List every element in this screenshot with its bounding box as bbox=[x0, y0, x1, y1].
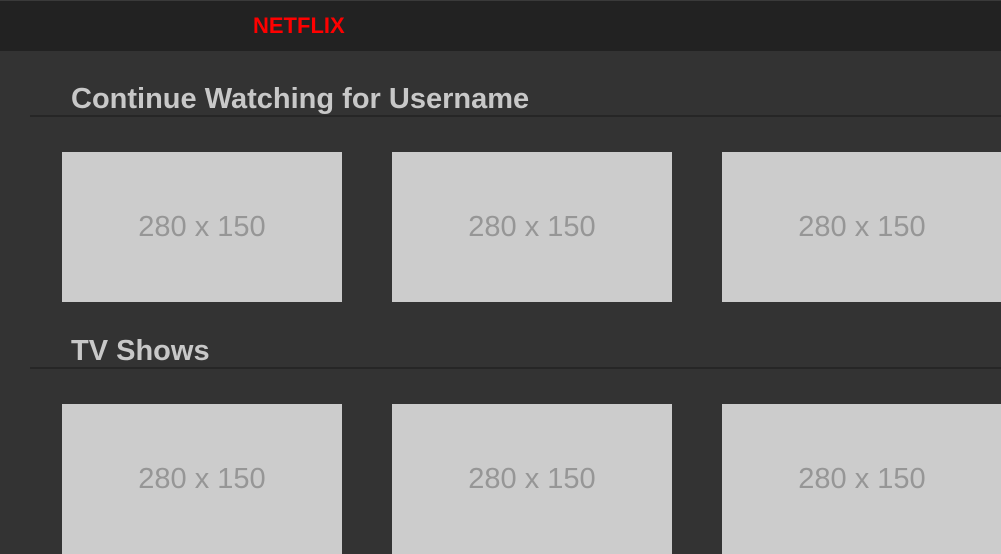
section-divider bbox=[30, 367, 1001, 369]
video-thumbnail[interactable]: 280 x 150 bbox=[62, 152, 342, 302]
continue-watching-row: 280 x 150 280 x 150 280 x 150 bbox=[0, 152, 1001, 302]
section-title-tv-shows: TV Shows bbox=[71, 335, 210, 367]
thumbnail-placeholder-label: 280 x 150 bbox=[468, 462, 596, 495]
thumbnail-placeholder-label: 280 x 150 bbox=[798, 210, 926, 243]
thumbnail-placeholder-label: 280 x 150 bbox=[468, 210, 596, 243]
video-thumbnail[interactable]: 280 x 150 bbox=[722, 152, 1001, 302]
tv-shows-row: 280 x 150 280 x 150 280 x 150 bbox=[0, 404, 1001, 554]
video-thumbnail[interactable]: 280 x 150 bbox=[392, 404, 672, 554]
top-nav-bar: NETFLIX bbox=[0, 0, 1001, 51]
section-title-continue-watching: Continue Watching for Username bbox=[71, 83, 530, 115]
video-thumbnail[interactable]: 280 x 150 bbox=[722, 404, 1001, 554]
thumbnail-placeholder-label: 280 x 150 bbox=[798, 462, 926, 495]
video-thumbnail[interactable]: 280 x 150 bbox=[62, 404, 342, 554]
thumbnail-placeholder-label: 280 x 150 bbox=[138, 462, 266, 495]
video-thumbnail[interactable]: 280 x 150 bbox=[392, 152, 672, 302]
section-divider bbox=[30, 115, 1001, 117]
thumbnail-placeholder-label: 280 x 150 bbox=[138, 210, 266, 243]
netflix-logo[interactable]: NETFLIX bbox=[253, 13, 345, 39]
